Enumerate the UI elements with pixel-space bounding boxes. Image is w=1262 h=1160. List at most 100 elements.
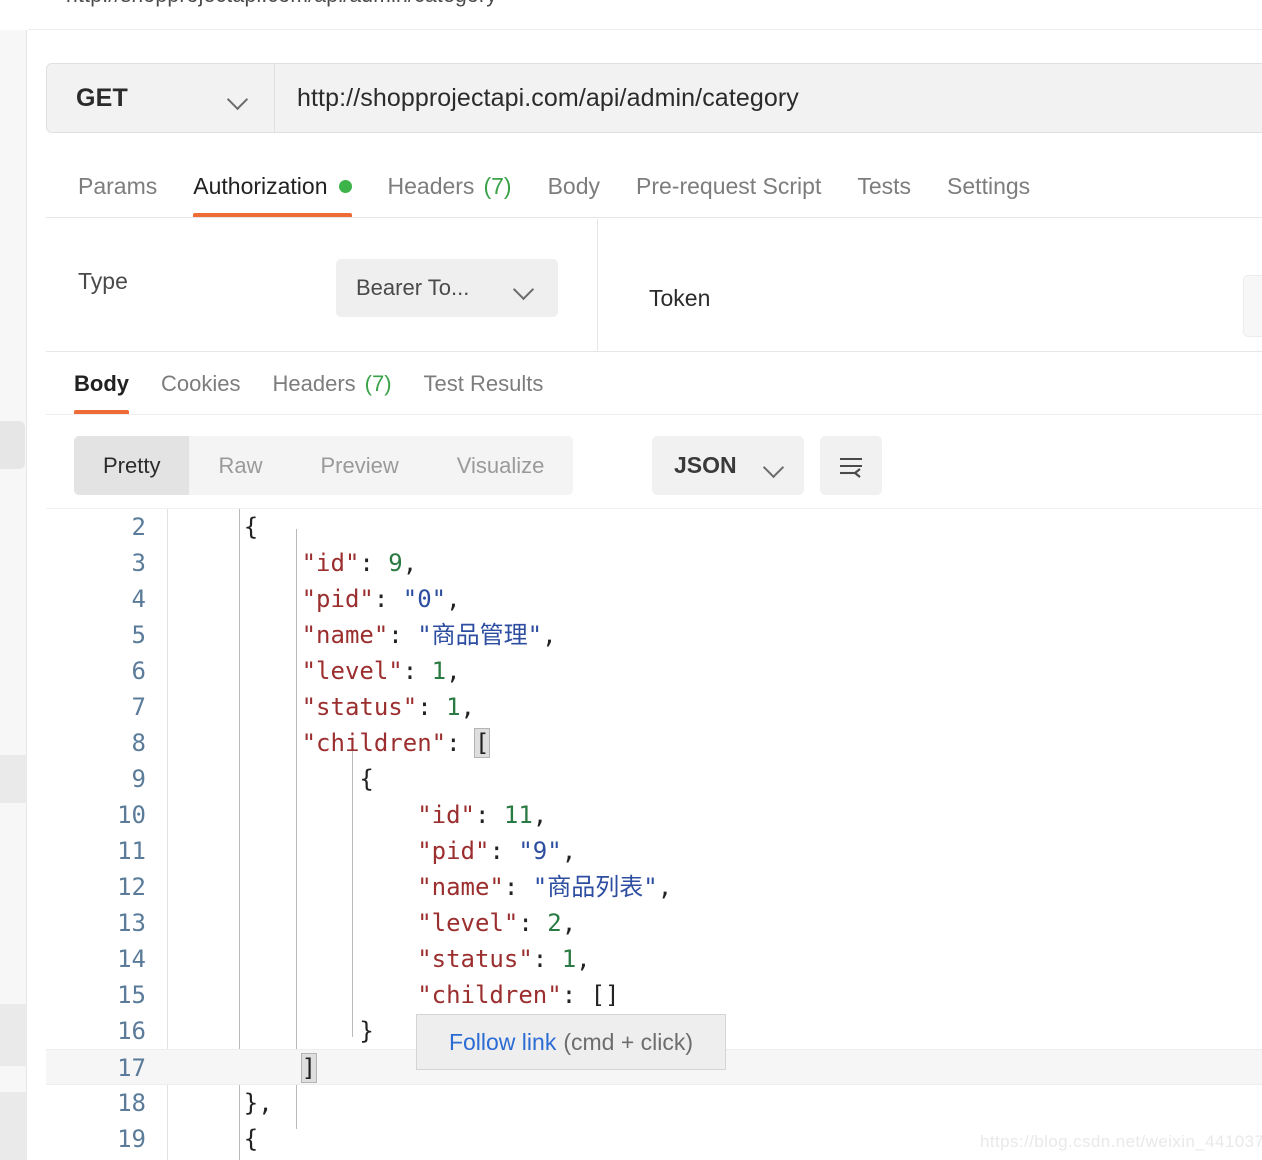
request-tab-authorization[interactable]: Authorization [193, 155, 352, 217]
request-tab-bar: Params Authorization Headers (7) Body Pre-req… [46, 155, 1262, 218]
request-tab-tests[interactable]: Tests [857, 155, 911, 217]
url-input-value: http://shopprojectapi.com/api/admin/cate… [297, 83, 799, 112]
rail-block-upper [0, 755, 27, 803]
code-line: 6 "level": 1, [46, 653, 1262, 689]
code-token: "level" [417, 909, 519, 937]
view-mode-preview[interactable]: Preview [291, 436, 427, 495]
code-token: 1 [561, 945, 577, 973]
code-line-text: "pid": "9", [186, 833, 576, 869]
chevron-down-icon [514, 282, 536, 294]
code-line: 9 { [46, 761, 1262, 797]
postman-window: http://shopprojectapi.com/api/admin/cate… [0, 0, 1262, 1160]
url-input[interactable]: http://shopprojectapi.com/api/admin/cate… [275, 64, 1262, 132]
code-line-text: { [186, 761, 373, 797]
code-token: "id" [301, 549, 360, 577]
word-wrap-button[interactable] [820, 436, 882, 495]
response-tab-label: Body [74, 370, 129, 396]
auth-configured-dot [338, 179, 352, 193]
code-token: "0" [402, 585, 447, 613]
code-token: : [373, 585, 403, 613]
token-input[interactable]: eyJ0 [1243, 275, 1262, 337]
code-token: "pid" [417, 837, 490, 865]
code-token: : [417, 693, 447, 721]
line-number: 18 [117, 1089, 146, 1117]
code-token: 9 [388, 549, 403, 577]
code-line: 18 }, [46, 1085, 1262, 1121]
line-number: 12 [117, 873, 146, 901]
view-mode-pretty[interactable]: Pretty [74, 436, 190, 495]
response-format-toolbar: Pretty Raw Preview Visualize JSON [46, 424, 1262, 508]
code-token: "9" [518, 837, 562, 865]
auth-type-select[interactable]: Bearer To... [336, 259, 558, 317]
request-tab-pre-request-script[interactable]: Pre-request Script [636, 155, 821, 217]
request-tab-body[interactable]: Body [548, 155, 600, 217]
auth-type-column: Type Bearer To... [46, 219, 618, 351]
matching-bracket: ] [300, 1053, 318, 1083]
request-tab-settings[interactable]: Settings [947, 155, 1030, 217]
code-line-text: "pid": "0", [186, 581, 461, 617]
request-tab-label: Tests [857, 172, 912, 199]
main-panel: http://shopprojectapi.com/api/admin/cate… [28, 0, 1262, 1160]
response-tab-cookies[interactable]: Cookies [161, 353, 240, 414]
code-line-text: "name": "商品列表", [186, 869, 672, 905]
code-token: , [576, 945, 591, 973]
code-token: , [561, 909, 577, 937]
code-token: : [402, 657, 432, 685]
follow-link-tooltip[interactable]: Follow link (cmd + click) [416, 1014, 726, 1070]
code-line-text: "children": [] [186, 977, 620, 1013]
response-tab-body[interactable]: Body [74, 353, 129, 414]
code-token: { [186, 513, 259, 541]
response-tab-headers[interactable]: Headers (7) [272, 353, 391, 414]
code-token: "id" [417, 801, 475, 829]
code-line: 10 "id": 11, [46, 797, 1262, 833]
code-line-text: ] [186, 1050, 318, 1086]
code-token: , [446, 585, 461, 613]
code-line: 8 "children": [ [46, 725, 1262, 761]
request-tab-headers[interactable]: Headers (7) [388, 155, 512, 217]
code-line-text: "name": "商品管理", [186, 617, 557, 653]
code-line-text: } [186, 1013, 373, 1049]
line-number: 11 [117, 837, 146, 865]
follow-link-label: Follow link [448, 1028, 557, 1055]
code-token: , [657, 873, 673, 901]
view-mode-visualize[interactable]: Visualize [428, 436, 574, 495]
matching-bracket: [ [473, 728, 491, 758]
response-tab-bar: Body Cookies Headers (7) Test Results [46, 353, 1262, 415]
code-token: "商品列表" [532, 873, 658, 901]
code-line: 7 "status": 1, [46, 689, 1262, 725]
line-number: 9 [131, 765, 146, 793]
code-token: [] [590, 981, 620, 1009]
code-line-text: { [186, 1121, 258, 1157]
auth-token-column: Token eyJ0 [598, 219, 1262, 351]
view-mode-raw[interactable]: Raw [189, 436, 291, 495]
code-token: "name" [301, 621, 389, 649]
response-format-select[interactable]: JSON [652, 436, 804, 495]
http-method-label: GET [76, 83, 128, 112]
watermark: https://blog.csdn.net/weixin_44103733 [980, 1132, 1262, 1151]
code-token: "status" [301, 693, 418, 721]
request-url-bar: GET http://shopprojectapi.com/api/admin/… [46, 63, 1262, 133]
code-token: 2 [547, 909, 562, 937]
code-token: "status" [417, 945, 533, 973]
code-token: , [460, 693, 475, 721]
code-line: 2 { [46, 509, 1262, 545]
code-token: : [489, 837, 519, 865]
request-tab-params[interactable]: Params [78, 155, 157, 217]
breadcrumb: http://shopprojectapi.com/api/admin/cate… [28, 0, 1262, 30]
code-line: 11 "pid": "9", [46, 833, 1262, 869]
code-line: 14 "status": 1, [46, 941, 1262, 977]
sidebar-collapse-handle[interactable] [0, 421, 25, 469]
code-token: , [532, 801, 548, 829]
code-token: : [532, 945, 562, 973]
code-line-text: "level": 2, [186, 905, 576, 941]
line-number: 16 [117, 1017, 146, 1045]
response-tab-test-results[interactable]: Test Results [424, 353, 544, 414]
auth-type-value: Bearer To... [356, 275, 470, 300]
http-method-select[interactable]: GET [47, 64, 275, 132]
code-token: : [561, 981, 591, 1009]
